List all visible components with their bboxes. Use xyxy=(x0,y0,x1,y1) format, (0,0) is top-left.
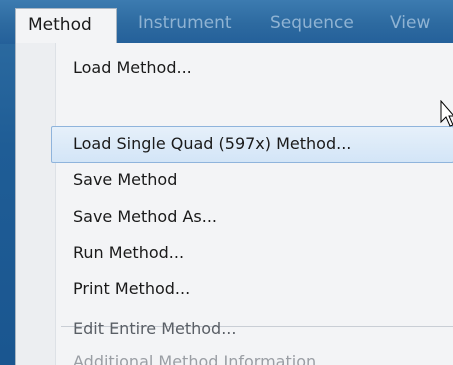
menu-icon-gutter xyxy=(16,43,56,365)
menu-item-save-method[interactable]: Save Method xyxy=(73,162,177,198)
menu-instrument[interactable]: Instrument xyxy=(130,10,240,40)
menu-item-load-single-quad-method[interactable]: Load Single Quad (597x) Method... xyxy=(73,126,351,162)
method-dropdown-menu: Load Method... Load Single Quad (597x) M… xyxy=(15,43,453,365)
menu-item-edit-entire-method[interactable]: Edit Entire Method... xyxy=(73,311,236,347)
menu-view[interactable]: View xyxy=(382,10,438,40)
menu-item-save-method-as[interactable]: Save Method As... xyxy=(73,199,217,235)
menu-bar: Method Instrument Sequence View xyxy=(0,0,453,44)
menu-method[interactable]: Method xyxy=(15,8,117,44)
menu-item-print-method[interactable]: Print Method... xyxy=(73,271,190,307)
menu-item-run-method[interactable]: Run Method... xyxy=(73,235,184,271)
menu-sequence[interactable]: Sequence xyxy=(262,10,362,40)
arrow-cursor-icon xyxy=(440,100,453,127)
menu-item-load-method[interactable]: Load Method... xyxy=(73,50,192,86)
menu-item-additional-method-information: Additional Method Information... xyxy=(73,352,332,365)
